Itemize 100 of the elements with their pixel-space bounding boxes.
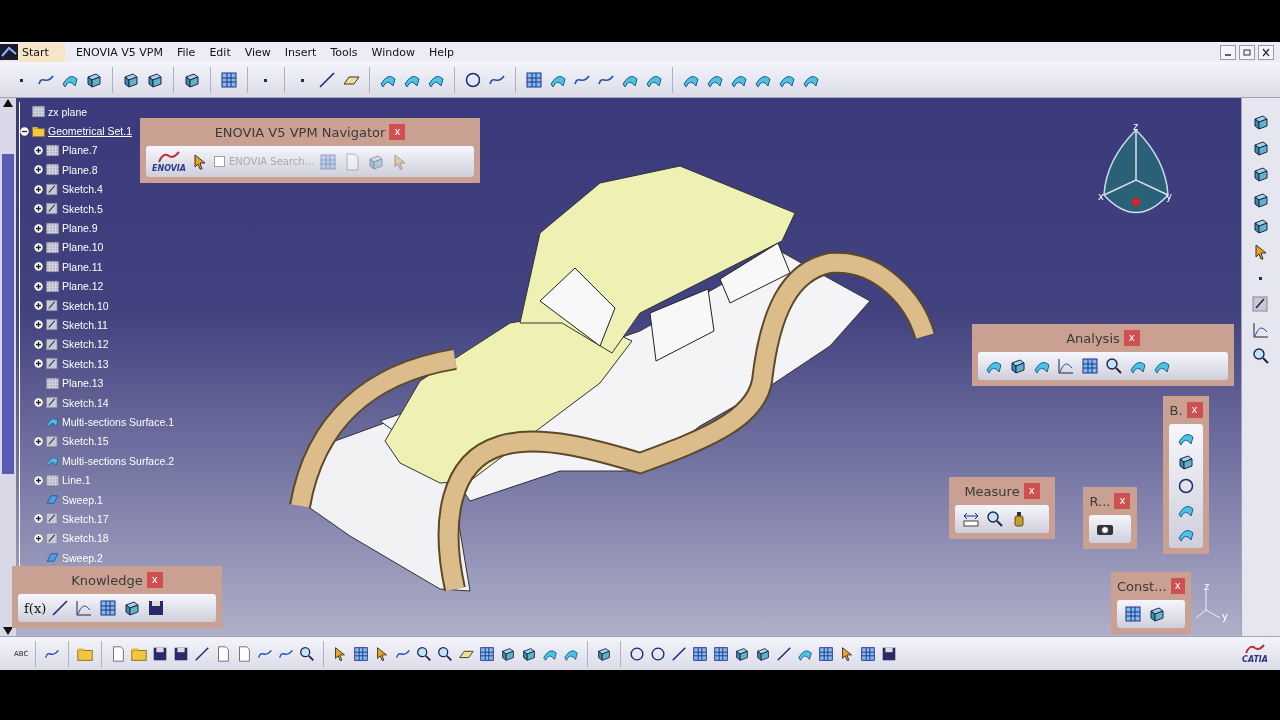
expand-icon[interactable] xyxy=(34,320,43,330)
scrollbar-thumb[interactable] xyxy=(2,154,14,474)
expand-icon[interactable] xyxy=(34,436,43,446)
grid-icon[interactable] xyxy=(817,644,836,663)
chart-icon[interactable] xyxy=(1056,356,1076,376)
close-button[interactable]: x xyxy=(1186,402,1203,418)
sketch-icon[interactable] xyxy=(1251,294,1271,314)
tree-item[interactable]: Sketch.14 xyxy=(62,396,109,409)
expand-icon[interactable] xyxy=(34,339,43,349)
close-button[interactable]: x xyxy=(1114,493,1131,509)
plane-icon xyxy=(45,142,60,158)
close-icon[interactable] xyxy=(1258,44,1274,60)
grid-icon[interactable] xyxy=(1080,356,1100,376)
formula-button[interactable]: f(x) xyxy=(24,600,47,616)
close-button[interactable]: x xyxy=(389,124,406,140)
expand-icon[interactable] xyxy=(34,204,43,214)
tree-item[interactable]: zx plane xyxy=(48,105,88,118)
grid-icon[interactable] xyxy=(98,598,119,618)
close-button[interactable]: x xyxy=(1023,483,1040,499)
toolbar-title: B. xyxy=(1169,402,1183,418)
menu-item[interactable]: Edit xyxy=(202,42,238,62)
tree-item[interactable]: Sketch.11 xyxy=(62,319,108,331)
line-icon[interactable] xyxy=(670,644,689,663)
expand-icon[interactable] xyxy=(34,533,43,543)
chart-icon[interactable] xyxy=(1251,320,1271,340)
tree-item[interactable]: Line.1 xyxy=(62,474,91,487)
menu-item[interactable]: File xyxy=(170,42,203,62)
close-button[interactable]: x xyxy=(146,572,163,588)
tree-item[interactable]: Plane.8 xyxy=(62,163,98,176)
expand-icon[interactable] xyxy=(34,398,43,408)
tree-item[interactable]: Multi-sections Surface.1 xyxy=(62,415,175,428)
tree-item[interactable]: Plane.11 xyxy=(62,260,103,273)
menu-item[interactable]: Help xyxy=(421,42,461,62)
tree-item[interactable]: Sketch.13 xyxy=(62,357,109,370)
plane-icon xyxy=(31,104,46,120)
grid-icon[interactable] xyxy=(1123,604,1143,624)
line-icon[interactable] xyxy=(317,69,337,90)
cube-icon[interactable] xyxy=(1251,164,1271,184)
cube-icon[interactable] xyxy=(1176,452,1196,472)
tree-item[interactable]: Sketch.12 xyxy=(62,338,109,351)
expand-icon[interactable] xyxy=(34,281,43,291)
grid-icon[interactable] xyxy=(352,644,371,663)
expand-icon[interactable] xyxy=(34,145,43,155)
expand-icon[interactable] xyxy=(34,223,43,233)
menu-item[interactable]: View xyxy=(237,42,278,62)
toolbar-title: R... xyxy=(1089,493,1111,509)
tree-item[interactable]: Plane.9 xyxy=(62,222,98,235)
tree-item[interactable]: Sweep.1 xyxy=(62,493,103,506)
cube-icon[interactable] xyxy=(1251,138,1271,158)
grid-icon[interactable] xyxy=(219,69,239,90)
cube-icon[interactable] xyxy=(1251,190,1271,210)
circle-icon[interactable] xyxy=(1176,476,1196,496)
axis-label: z xyxy=(1204,582,1210,592)
expand-icon[interactable] xyxy=(34,242,43,252)
plane-icon xyxy=(45,375,60,391)
close-button[interactable]: x xyxy=(1123,330,1140,346)
expand-icon[interactable] xyxy=(34,184,43,194)
menu-item[interactable]: Start xyxy=(18,42,65,62)
tree-item[interactable]: Multi-sections Surface.2 xyxy=(62,454,175,467)
expand-icon[interactable] xyxy=(34,262,43,272)
expand-icon[interactable] xyxy=(34,359,43,369)
axis-label: z xyxy=(1133,121,1139,132)
collapse-icon[interactable] xyxy=(20,126,29,136)
tree-item[interactable]: Sketch.4 xyxy=(62,183,103,196)
cube-icon[interactable] xyxy=(1251,112,1271,132)
grid-icon[interactable] xyxy=(691,644,710,663)
tree-item[interactable]: Plane.12 xyxy=(62,280,104,293)
tree-item[interactable]: Sketch.10 xyxy=(62,299,109,312)
cube-icon[interactable] xyxy=(1251,216,1271,236)
magnifier-icon[interactable] xyxy=(985,509,1005,529)
cube-icon[interactable] xyxy=(1147,604,1167,624)
grid-icon[interactable] xyxy=(712,644,731,663)
line-icon[interactable] xyxy=(193,644,212,663)
grid-icon[interactable] xyxy=(524,69,544,90)
cube-icon[interactable] xyxy=(1008,356,1028,376)
tree-item[interactable]: Sketch.15 xyxy=(62,435,109,448)
tree-item[interactable]: Plane.10 xyxy=(62,241,104,254)
magnifier-icon[interactable] xyxy=(415,644,434,663)
tree-item[interactable]: Plane.7 xyxy=(62,144,98,157)
expand-icon[interactable] xyxy=(34,475,43,485)
grid-icon[interactable] xyxy=(478,644,497,663)
magnifier-icon[interactable] xyxy=(1104,356,1124,376)
close-button[interactable]: x xyxy=(1170,578,1185,594)
line-icon[interactable] xyxy=(775,644,794,663)
tree-item[interactable]: Plane.13 xyxy=(62,377,104,390)
minimize-icon[interactable] xyxy=(1220,44,1236,60)
tree-item[interactable]: Sketch.5 xyxy=(62,202,103,215)
expand-icon[interactable] xyxy=(34,301,43,311)
expand-icon[interactable] xyxy=(34,165,43,175)
magnifier-icon[interactable] xyxy=(1251,346,1271,366)
grid-icon[interactable] xyxy=(859,644,878,663)
menu-item[interactable]: ENOVIA V5 VPM xyxy=(68,42,170,62)
tree-item[interactable]: Geometrical Set.1 xyxy=(48,125,133,138)
menu-item[interactable]: Tools xyxy=(323,42,365,62)
magnifier-icon[interactable] xyxy=(298,644,317,663)
menu-item[interactable]: Window xyxy=(364,42,422,62)
menu-item[interactable]: Insert xyxy=(277,42,324,62)
expand-icon[interactable] xyxy=(34,514,43,524)
line-icon[interactable] xyxy=(50,598,71,618)
magnifier-icon[interactable] xyxy=(436,644,455,663)
